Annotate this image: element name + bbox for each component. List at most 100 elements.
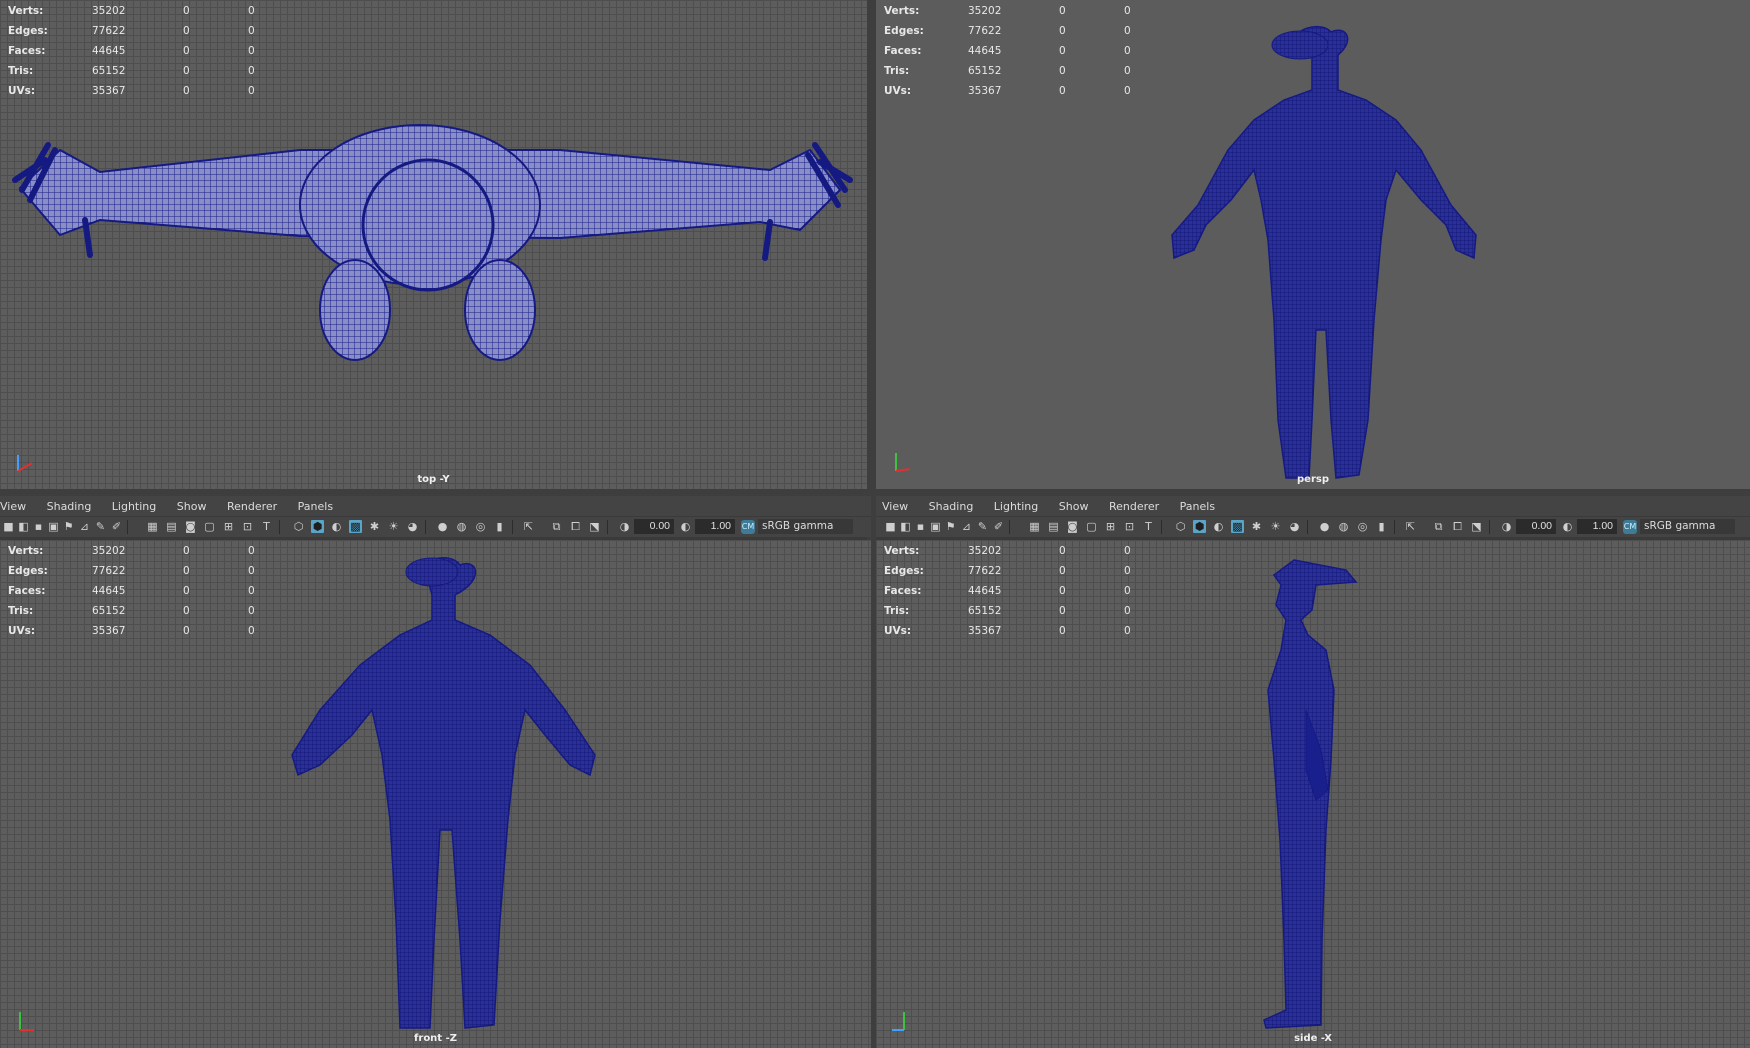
ambient-occlusion-icon[interactable]: ●: [1318, 520, 1331, 533]
camera-attributes-icon[interactable]: ◧: [899, 520, 912, 533]
gamma-field[interactable]: [1577, 519, 1617, 534]
film-gate-icon[interactable]: ▤: [1047, 520, 1060, 533]
xray-components-icon[interactable]: ⬔: [1470, 520, 1483, 533]
menu-shading[interactable]: Shading: [47, 496, 101, 518]
hud-row-uvs: UVs: 35367 0 0: [8, 625, 255, 637]
exposure-field[interactable]: [634, 519, 674, 534]
axis-gizmo-icon: [17, 455, 33, 472]
field-chart-icon[interactable]: ⊞: [222, 520, 235, 533]
menu-show[interactable]: Show: [1059, 496, 1098, 518]
lights-icon[interactable]: ☀: [387, 520, 400, 533]
gamma-icon[interactable]: ◐: [1561, 520, 1574, 533]
menu-panels[interactable]: Panels: [1180, 496, 1224, 518]
ambient-occlusion-icon[interactable]: ●: [436, 520, 449, 533]
hud-row-edges: Edges: 77622 0 0: [8, 25, 255, 37]
camera-icon[interactable]: ■: [2, 520, 15, 533]
safe-action-icon[interactable]: ⊡: [1123, 520, 1136, 533]
gate-mask-icon[interactable]: ▢: [203, 520, 216, 533]
motion-blur-icon[interactable]: ◍: [455, 520, 468, 533]
menu-view[interactable]: View: [0, 496, 35, 518]
pivot-icon[interactable]: ⊿: [78, 520, 91, 533]
isolate-select-icon[interactable]: ⇱: [522, 520, 535, 533]
bookmark-flag-icon[interactable]: ⚑: [944, 520, 957, 533]
hud-row-faces: Faces: 44645 0 0: [884, 585, 1131, 597]
menu-view[interactable]: View: [876, 496, 917, 518]
exposure-icon[interactable]: ◑: [1500, 520, 1513, 533]
viewport-label-top: top -Y: [417, 474, 450, 485]
menu-lighting[interactable]: Lighting: [994, 496, 1047, 518]
use-all-lights-icon[interactable]: ✱: [368, 520, 381, 533]
resolution-gate-icon[interactable]: ◙: [184, 520, 197, 533]
bookmark-icon[interactable]: ▪: [32, 520, 45, 533]
grid-icon[interactable]: ▦: [1028, 520, 1041, 533]
xray-icon[interactable]: ⧉: [1432, 520, 1445, 533]
anti-aliasing-icon[interactable]: ◎: [474, 520, 487, 533]
camera-icon[interactable]: ■: [884, 520, 897, 533]
viewport-persp[interactable]: Verts: 35202 0 0 Edges: 77622 0 0 Faces: 44645 0…: [876, 0, 1750, 489]
pivot-icon[interactable]: ⊿: [960, 520, 973, 533]
brush-icon[interactable]: ✐: [992, 520, 1005, 533]
film-gate-icon[interactable]: ▤: [165, 520, 178, 533]
hud-row-edges: Edges: 77622 0 0: [884, 25, 1131, 37]
field-chart-icon[interactable]: ⊞: [1104, 520, 1117, 533]
menu-lighting[interactable]: Lighting: [112, 496, 165, 518]
hud-stats: Verts: 35202 0 0 Edges: 77622 0 0 Faces: 44645 0…: [8, 4, 268, 104]
axis-gizmo-icon: [892, 1012, 905, 1031]
shaded-icon[interactable]: ⬢: [1193, 520, 1206, 533]
menu-show[interactable]: Show: [177, 496, 216, 518]
menu-panels[interactable]: Panels: [298, 496, 342, 518]
textured-icon[interactable]: ▩: [1231, 520, 1244, 533]
xray-icon[interactable]: ⧉: [550, 520, 563, 533]
lights-icon[interactable]: ☀: [1269, 520, 1282, 533]
use-all-lights-icon[interactable]: ✱: [1250, 520, 1263, 533]
xray-joints-icon[interactable]: ⧠: [1451, 520, 1464, 533]
color-management-icon[interactable]: CM: [1623, 520, 1637, 534]
textured-icon[interactable]: ▩: [349, 520, 362, 533]
safe-title-icon[interactable]: T: [260, 520, 273, 533]
xray-joints-icon[interactable]: ⧠: [569, 520, 582, 533]
viewport-top[interactable]: Verts: 35202 0 0 Edges: 77622 0 0 Faces: 44645 0…: [0, 0, 867, 489]
exposure-icon[interactable]: ◑: [618, 520, 631, 533]
viewport-side[interactable]: Verts: 35202 0 0 Edges: 77622 0 0 Faces: 44645 0…: [876, 540, 1750, 1048]
gamma-field[interactable]: [695, 519, 735, 534]
isolate-select-icon[interactable]: ⇱: [1404, 520, 1417, 533]
brush-icon[interactable]: ✐: [110, 520, 123, 533]
wireframe-icon[interactable]: ⬡: [292, 520, 305, 533]
anti-aliasing-icon[interactable]: ◎: [1356, 520, 1369, 533]
depth-of-field-icon[interactable]: ▮: [1375, 520, 1388, 533]
xray-components-icon[interactable]: ⬔: [588, 520, 601, 533]
hud-row-uvs: UVs: 35367 0 0: [884, 85, 1131, 97]
bookmark-flag-icon[interactable]: ⚑: [62, 520, 75, 533]
menu-renderer[interactable]: Renderer: [1109, 496, 1168, 518]
image-plane-icon[interactable]: ▣: [929, 520, 942, 533]
hud-row-uvs: UVs: 35367 0 0: [884, 625, 1131, 637]
color-space-select[interactable]: sRGB gamma: [1640, 519, 1735, 534]
menu-shading[interactable]: Shading: [929, 496, 983, 518]
shaded-icon[interactable]: ⬢: [311, 520, 324, 533]
image-plane-icon[interactable]: ▣: [47, 520, 60, 533]
shadows-icon[interactable]: ◕: [1288, 520, 1301, 533]
wireframe-on-shaded-icon[interactable]: ◐: [330, 520, 343, 533]
safe-action-icon[interactable]: ⊡: [241, 520, 254, 533]
grid-icon[interactable]: ▦: [146, 520, 159, 533]
grease-pencil-icon[interactable]: ✎: [94, 520, 107, 533]
bookmark-icon[interactable]: ▪: [914, 520, 927, 533]
camera-attributes-icon[interactable]: ◧: [17, 520, 30, 533]
safe-title-icon[interactable]: T: [1142, 520, 1155, 533]
grease-pencil-icon[interactable]: ✎: [976, 520, 989, 533]
resolution-gate-icon[interactable]: ◙: [1066, 520, 1079, 533]
color-space-select[interactable]: sRGB gamma: [758, 519, 853, 534]
pane-divider-horizontal[interactable]: [0, 489, 1750, 496]
motion-blur-icon[interactable]: ◍: [1337, 520, 1350, 533]
gamma-icon[interactable]: ◐: [679, 520, 692, 533]
menu-renderer[interactable]: Renderer: [227, 496, 286, 518]
wireframe-icon[interactable]: ⬡: [1174, 520, 1187, 533]
viewport-front[interactable]: Verts: 35202 0 0 Edges: 77622 0 0 Faces: 44645 0…: [0, 540, 871, 1048]
hud-row-uvs: UVs: 35367 0 0: [8, 85, 255, 97]
shadows-icon[interactable]: ◕: [406, 520, 419, 533]
wireframe-on-shaded-icon[interactable]: ◐: [1212, 520, 1225, 533]
color-management-icon[interactable]: CM: [741, 520, 755, 534]
depth-of-field-icon[interactable]: ▮: [493, 520, 506, 533]
exposure-field[interactable]: [1516, 519, 1556, 534]
gate-mask-icon[interactable]: ▢: [1085, 520, 1098, 533]
